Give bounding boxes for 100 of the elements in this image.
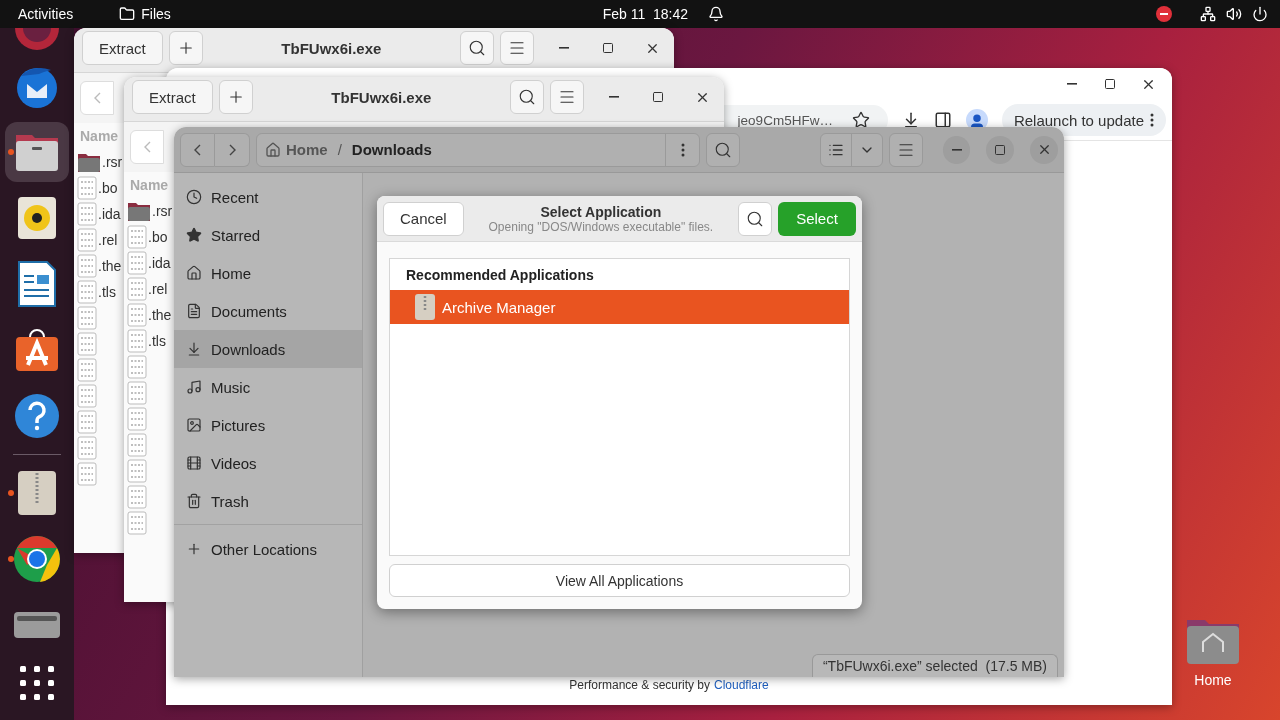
extract-button[interactable]: Extract (82, 31, 163, 65)
sidebar-item[interactable]: Home (174, 254, 362, 292)
film-icon (186, 455, 202, 471)
help-icon[interactable] (14, 393, 60, 439)
menu-button[interactable] (550, 80, 584, 114)
binary-file-icon (77, 332, 97, 356)
picture-icon (186, 417, 202, 433)
binary-file-icon (77, 410, 97, 434)
binary-file-icon (127, 433, 147, 457)
extract-button[interactable]: Extract (132, 80, 213, 114)
maximize-icon (1104, 78, 1116, 90)
bookmark-star-icon[interactable] (851, 111, 870, 129)
drive-icon[interactable] (13, 610, 61, 640)
more-icon (680, 142, 685, 157)
binary-file-icon (127, 329, 147, 353)
forward-icon (228, 143, 236, 156)
sidebar-item[interactable]: Trash (174, 482, 362, 520)
cloudflare-link[interactable]: Cloudflare (714, 678, 769, 692)
activities-button[interactable]: Activities (18, 6, 74, 22)
path-separator: / (337, 141, 342, 158)
document-icon[interactable] (18, 261, 56, 307)
sidebar-item[interactable]: Recent (174, 178, 362, 216)
search-icon (714, 140, 733, 159)
speaker-icon[interactable] (17, 196, 57, 240)
relaunch-button[interactable]: Relaunch to update (1001, 104, 1166, 136)
app-menu[interactable]: Files (119, 6, 171, 22)
add-button[interactable] (218, 80, 253, 114)
path-button[interactable]: Downloads (351, 141, 432, 158)
binary-file-icon (127, 381, 147, 405)
file-name[interactable]: .bo (148, 229, 168, 245)
file-name[interactable]: .rel (98, 232, 118, 248)
home-icon (265, 141, 281, 158)
binary-file-icon (77, 462, 97, 486)
url-text: jeo9Cm5HFw… (737, 112, 833, 128)
binary-file-icon (77, 254, 97, 278)
desktop-icon-label[interactable]: Home (1194, 672, 1232, 688)
folder-icon (127, 200, 151, 222)
sidebar-item[interactable]: Documents (174, 292, 362, 330)
side-panel-icon[interactable] (933, 111, 952, 129)
star-icon (186, 227, 202, 243)
sidebar-item[interactable]: Starred (174, 216, 362, 254)
search-button[interactable] (738, 201, 772, 236)
binary-file-icon (127, 511, 147, 535)
back-icon (143, 141, 151, 153)
file-name[interactable]: .the (98, 258, 122, 274)
browser-icon[interactable] (13, 28, 61, 50)
binary-file-icon (127, 303, 147, 327)
binary-file-icon (127, 355, 147, 379)
power-icon (1252, 6, 1268, 22)
sidebar-item[interactable]: Pictures (174, 406, 362, 444)
sidebar-item[interactable]: Videos (174, 444, 362, 482)
file-name[interactable]: .tls (98, 284, 116, 300)
binary-file-icon (77, 176, 97, 200)
archive-icon (414, 293, 436, 321)
archive-icon[interactable] (17, 470, 57, 516)
minimize-icon (1067, 83, 1077, 85)
binary-file-icon (77, 358, 97, 382)
file-name[interactable]: .ida (148, 255, 171, 271)
status-icon (1156, 6, 1172, 22)
dialog-title: Select Application (540, 203, 662, 220)
application-row[interactable]: Archive Manager (390, 290, 849, 324)
add-button[interactable] (168, 31, 203, 65)
sidebar-item[interactable]: Music (174, 368, 362, 406)
shopping-bag-icon[interactable] (14, 327, 60, 373)
sidebar-item[interactable]: Downloads (174, 330, 362, 368)
binary-file-icon (127, 225, 147, 249)
file-name[interactable]: .rsr (102, 154, 123, 170)
search-button[interactable] (706, 132, 740, 167)
search-icon (518, 88, 536, 106)
dock-item[interactable] (5, 122, 69, 182)
binary-file-icon (77, 280, 97, 304)
cancel-button[interactable]: Cancel (383, 201, 464, 236)
app-grid-icon[interactable] (20, 666, 54, 700)
file-name[interactable]: .bo (98, 180, 118, 196)
clock[interactable]: Feb 11 18:42 (602, 6, 689, 22)
binary-file-icon (77, 436, 97, 460)
view-all-button[interactable]: View All Applications (389, 564, 850, 597)
folder-icon (119, 6, 136, 22)
bell-icon (708, 6, 725, 22)
search-button[interactable] (460, 31, 494, 65)
window-title: TbFUwx6i.exe (330, 88, 433, 106)
chrome-icon[interactable] (13, 535, 61, 583)
file-name[interactable]: .tls (148, 333, 166, 349)
plus-icon (186, 541, 202, 557)
folder-icon (77, 151, 101, 173)
close-button[interactable] (1030, 135, 1058, 164)
file-name[interactable]: .ida (98, 206, 121, 222)
dialog-subtitle: Opening "DOS/Windows executable" files. (488, 219, 714, 234)
maximize-icon (994, 143, 1007, 156)
menu-button[interactable] (500, 31, 534, 65)
maximize-button[interactable] (986, 135, 1015, 164)
document-icon (186, 303, 202, 319)
file-name[interactable]: .rel (148, 281, 168, 297)
maximize-icon (652, 91, 664, 103)
file-name[interactable]: .rsr (152, 203, 173, 219)
search-icon (746, 209, 764, 228)
more-icon (1150, 113, 1154, 127)
sidebar-item[interactable]: Other Locations (174, 530, 362, 568)
search-button[interactable] (510, 80, 544, 114)
file-name[interactable]: .the (148, 307, 172, 323)
